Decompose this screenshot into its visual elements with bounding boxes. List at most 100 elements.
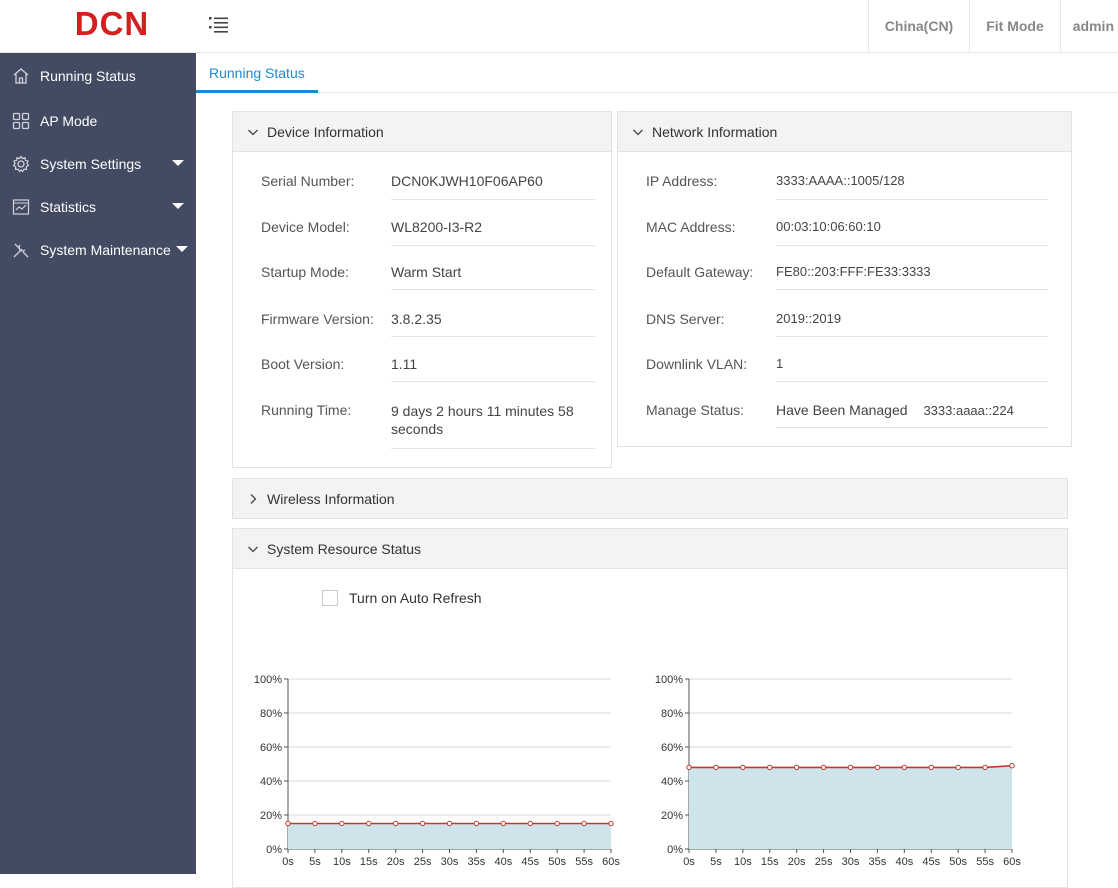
auto-refresh-checkbox[interactable] bbox=[322, 590, 338, 606]
info-value: 1 bbox=[776, 356, 1048, 382]
chevron-down-icon bbox=[633, 129, 643, 135]
data-point bbox=[740, 764, 746, 771]
info-value: Warm Start bbox=[391, 264, 595, 290]
info-label: Running Time: bbox=[261, 402, 352, 418]
x-tick-label: 50s bbox=[548, 856, 566, 868]
data-point bbox=[955, 764, 961, 771]
system-resource-panel: System Resource Status Turn on Auto Refr… bbox=[232, 528, 1068, 888]
info-label: DNS Server: bbox=[646, 311, 725, 327]
auto-refresh-label: Turn on Auto Refresh bbox=[349, 590, 482, 606]
data-point bbox=[608, 820, 614, 827]
data-point bbox=[339, 820, 345, 827]
sidebar-item-system-maintenance[interactable]: System Maintenance bbox=[0, 228, 196, 271]
sidebar-item-statistics[interactable]: Statistics bbox=[0, 185, 196, 228]
memory-usage-chart: 0% 20% 40% 60% 80% 100% 0s 5s 10s 15s 20s 25s 30s 35s… bbox=[655, 674, 1022, 868]
info-label: Serial Number: bbox=[261, 173, 355, 189]
data-point bbox=[500, 820, 507, 827]
data-point bbox=[686, 764, 692, 771]
info-label: Firmware Version: bbox=[261, 311, 374, 327]
y-tick-label: 80% bbox=[661, 708, 683, 720]
caret-down-icon bbox=[172, 160, 184, 166]
mode-selector[interactable]: Fit Mode bbox=[969, 0, 1060, 53]
x-tick-label: 15s bbox=[761, 856, 779, 868]
x-tick-label: 20s bbox=[788, 856, 806, 868]
x-tick-label: 30s bbox=[842, 856, 860, 868]
x-tick-label: 45s bbox=[521, 856, 539, 868]
sidebar-item-label: System Settings bbox=[40, 155, 142, 172]
tab-running-status[interactable]: Running Status bbox=[196, 53, 318, 93]
data-point bbox=[285, 820, 291, 827]
info-value: 3.8.2.35 bbox=[391, 311, 595, 337]
x-tick-label: 20s bbox=[387, 856, 405, 868]
series-area bbox=[288, 823, 611, 849]
info-label: Startup Mode: bbox=[261, 264, 349, 280]
manage-status-text: Have Been Managed bbox=[776, 402, 908, 418]
x-tick-label: 55s bbox=[976, 856, 994, 868]
system-resource-header[interactable]: System Resource Status bbox=[233, 529, 1067, 569]
x-tick-label: 40s bbox=[895, 856, 913, 868]
panel-title: Wireless Information bbox=[267, 490, 395, 507]
dcn-logo: DCN bbox=[75, 6, 149, 40]
x-tick-label: 10s bbox=[734, 856, 752, 868]
panel-title: Network Information bbox=[652, 123, 778, 140]
x-tick-label: 35s bbox=[468, 856, 486, 868]
chevron-down-icon bbox=[248, 129, 258, 135]
x-tick-label: 25s bbox=[414, 856, 432, 868]
network-information-header[interactable]: Network Information bbox=[618, 112, 1071, 152]
x-tick-label: 0s bbox=[282, 856, 294, 868]
info-label: Default Gateway: bbox=[646, 264, 754, 280]
chevron-right-icon bbox=[250, 493, 257, 504]
data-point bbox=[793, 764, 800, 771]
info-label: Device Model: bbox=[261, 219, 350, 235]
info-label: Boot Version: bbox=[261, 356, 345, 372]
info-value: Have Been Managed 3333:aaaa::224 bbox=[776, 402, 1048, 428]
y-tick-label: 20% bbox=[661, 810, 683, 822]
info-value: 9 days 2 hours 11 minutes 58 seconds bbox=[391, 402, 595, 449]
panel-title: System Resource Status bbox=[267, 540, 422, 557]
sidebar-item-label: Statistics bbox=[40, 198, 97, 215]
info-label: IP Address: bbox=[646, 173, 718, 189]
y-tick-label: 60% bbox=[661, 742, 683, 754]
caret-down-icon bbox=[176, 246, 188, 252]
user-menu[interactable]: admin bbox=[1059, 0, 1118, 53]
wireless-information-header[interactable]: Wireless Information bbox=[233, 479, 1067, 518]
x-tick-label: 30s bbox=[441, 856, 459, 868]
x-tick-label: 25s bbox=[815, 856, 833, 868]
data-point bbox=[581, 820, 587, 827]
manage-address-text: 3333:aaaa::224 bbox=[923, 403, 1014, 418]
data-point bbox=[446, 820, 453, 827]
data-point bbox=[392, 820, 399, 827]
info-value: DCN0KJWH10F06AP60 bbox=[391, 173, 595, 200]
x-tick-label: 50s bbox=[949, 856, 967, 868]
data-point bbox=[312, 820, 318, 827]
device-information-header[interactable]: Device Information bbox=[233, 112, 611, 152]
menu-toggle-icon[interactable] bbox=[208, 14, 230, 36]
data-point bbox=[820, 764, 827, 771]
y-tick-label: 80% bbox=[260, 708, 282, 720]
series-area bbox=[689, 765, 1012, 849]
data-point bbox=[901, 764, 908, 771]
sidebar-item-system-settings[interactable]: System Settings bbox=[0, 142, 196, 185]
y-tick-label: 0% bbox=[667, 844, 683, 856]
data-point bbox=[982, 764, 988, 771]
sidebar-item-label: System Maintenance bbox=[40, 241, 171, 258]
language-selector[interactable]: China(CN) bbox=[867, 0, 969, 53]
x-tick-label: 35s bbox=[869, 856, 887, 868]
x-tick-label: 5s bbox=[710, 856, 722, 868]
info-value: 3333:AAAA::1005/128 bbox=[776, 173, 1048, 200]
device-information-panel: Device Information Serial Number: DCN0KJ… bbox=[232, 111, 612, 468]
grid-icon bbox=[12, 112, 30, 129]
data-point bbox=[554, 820, 560, 827]
caret-down-icon bbox=[172, 203, 184, 209]
sidebar-item-running-status[interactable]: Running Status bbox=[0, 53, 196, 99]
data-point bbox=[713, 764, 719, 771]
info-label: Downlink VLAN: bbox=[646, 356, 748, 372]
sidebar-item-label: AP Mode bbox=[40, 112, 98, 129]
sidebar-item-ap-mode[interactable]: AP Mode bbox=[0, 99, 196, 142]
info-label: MAC Address: bbox=[646, 219, 736, 235]
home-icon bbox=[13, 68, 29, 84]
y-tick-label: 40% bbox=[661, 776, 683, 788]
x-tick-label: 0s bbox=[683, 856, 695, 868]
info-value: WL8200-I3-R2 bbox=[391, 219, 595, 246]
x-tick-label: 10s bbox=[333, 856, 351, 868]
